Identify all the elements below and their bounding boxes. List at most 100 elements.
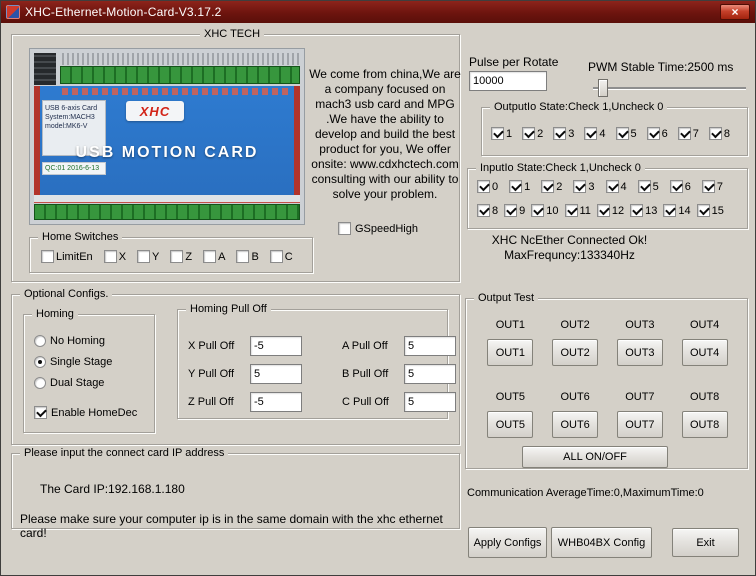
outputio-bit-checkbox[interactable]: 1 xyxy=(491,127,512,140)
pwm-stable-time-label: PWM Stable Time:2500 ms xyxy=(588,60,734,74)
checkbox-icon xyxy=(477,204,490,217)
home-switch-label: Z xyxy=(185,250,193,263)
inputio-bit-checkbox[interactable]: 7 xyxy=(701,180,723,193)
inputio-bit-checkbox[interactable]: 4 xyxy=(605,180,627,193)
checkbox-icon xyxy=(630,204,644,217)
inputio-bit-checkbox[interactable]: 8 xyxy=(477,204,498,217)
home-switches-group: Home Switches LimitEn X Y Z A B C xyxy=(29,231,313,273)
outputio-bit-checkbox[interactable]: 5 xyxy=(615,127,637,140)
inputio-group: InputIo State:Check 1,Uncheck 0 0 1 2 3 … xyxy=(467,162,748,229)
sticker-line: USB 6-axis Card xyxy=(45,105,98,112)
out-button[interactable]: OUT2 xyxy=(552,339,599,366)
homing-radio-label: No Homing xyxy=(50,335,106,347)
checkbox-icon xyxy=(491,127,504,140)
checkbox-icon xyxy=(477,180,490,193)
home-switch-checkbox[interactable]: Z xyxy=(170,250,192,263)
pull-off-field: C Pull Off xyxy=(342,392,456,412)
outputio-bit-checkbox[interactable]: 8 xyxy=(708,127,730,140)
inputio-bit-label: 0 xyxy=(492,180,499,193)
output-test-cell: OUT3 OUT3 xyxy=(608,319,673,366)
inputio-bit-checkbox[interactable]: 10 xyxy=(531,204,559,217)
home-switch-checkbox[interactable]: X xyxy=(103,250,126,263)
checkbox-icon xyxy=(553,127,567,140)
out-button[interactable]: OUT3 xyxy=(616,339,663,366)
out-label: OUT7 xyxy=(625,391,655,403)
inputio-bit-checkbox[interactable]: 2 xyxy=(541,180,562,193)
inputio-bit-checkbox[interactable]: 5 xyxy=(637,180,659,193)
home-switch-checkbox[interactable]: LimitEn xyxy=(41,250,93,263)
inputio-bit-checkbox[interactable]: 13 xyxy=(630,204,657,217)
inputio-bit-checkbox[interactable]: 15 xyxy=(696,204,724,217)
inputio-bit-checkbox[interactable]: 14 xyxy=(663,204,691,217)
checkbox-icon xyxy=(170,250,184,263)
pull-off-input[interactable] xyxy=(404,336,456,356)
checkbox-icon xyxy=(137,250,151,263)
outputio-bit-checkbox[interactable]: 2 xyxy=(522,127,543,140)
out-label: OUT5 xyxy=(495,391,526,403)
enable-homedec-checkbox[interactable]: Enable HomeDec xyxy=(34,406,137,419)
pull-off-input[interactable] xyxy=(404,392,456,412)
slider-thumb[interactable] xyxy=(598,79,608,97)
inputio-row1: 0 1 2 3 4 5 6 7 xyxy=(477,180,723,193)
checkbox-icon xyxy=(236,250,250,263)
optional-configs-legend: Optional Configs. xyxy=(20,288,113,301)
out-button[interactable]: OUT4 xyxy=(681,339,728,366)
outputio-legend: OutputIo State:Check 1,Uncheck 0 xyxy=(490,101,668,114)
homing-radio[interactable]: Dual Stage xyxy=(34,377,112,389)
home-switch-label: C xyxy=(284,250,293,263)
out-button[interactable]: OUT6 xyxy=(552,411,599,438)
apply-configs-button[interactable]: Apply Configs xyxy=(468,527,547,558)
inputio-bit-checkbox[interactable]: 0 xyxy=(477,180,498,193)
outputio-bit-checkbox[interactable]: 7 xyxy=(677,127,699,140)
outputio-bit-checkbox[interactable]: 3 xyxy=(553,127,574,140)
pull-off-label: A Pull Off xyxy=(342,340,388,352)
homing-radio-label: Dual Stage xyxy=(50,377,105,389)
inputio-bit-checkbox[interactable]: 12 xyxy=(596,204,624,217)
inputio-bit-checkbox[interactable]: 1 xyxy=(509,180,530,193)
homing-radio[interactable]: Single Stage xyxy=(34,356,112,368)
pwm-slider[interactable] xyxy=(591,78,748,98)
titlebar: XHC-Ethernet-Motion-Card-V3.17.2 × xyxy=(1,1,755,23)
exit-button[interactable]: Exit xyxy=(672,528,739,557)
inputio-bit-checkbox[interactable]: 11 xyxy=(564,204,591,217)
gspeedhigh-checkbox[interactable]: GSpeedHigh xyxy=(338,222,418,235)
home-switch-checkbox[interactable]: Y xyxy=(137,250,159,263)
pulse-per-rotate-label: Pulse per Rotate xyxy=(469,55,559,69)
homing-pull-off-legend: Homing Pull Off xyxy=(186,303,271,316)
inputio-bit-checkbox[interactable]: 3 xyxy=(573,180,595,193)
pull-off-input[interactable] xyxy=(250,336,302,356)
pulse-per-rotate-input[interactable] xyxy=(469,71,547,91)
all-on-off-button[interactable]: ALL ON/OFF xyxy=(522,446,668,468)
out-label: OUT8 xyxy=(689,391,720,403)
out-button[interactable]: OUT8 xyxy=(681,411,728,438)
pull-off-input[interactable] xyxy=(250,392,302,412)
inputio-bit-checkbox[interactable]: 9 xyxy=(504,204,525,217)
whb04bx-config-button[interactable]: WHB04BX Config xyxy=(551,527,652,558)
out-label: OUT3 xyxy=(625,319,655,331)
inputio-bit-label: 10 xyxy=(546,204,559,217)
checkbox-icon xyxy=(615,127,629,140)
sticker-line: model:MK6-V xyxy=(45,123,88,130)
pull-off-input[interactable] xyxy=(250,364,302,384)
inputio-bit-checkbox[interactable]: 6 xyxy=(669,180,691,193)
checkbox-icon xyxy=(696,204,710,217)
checkbox-icon xyxy=(637,180,651,193)
close-button[interactable]: × xyxy=(720,4,750,20)
out-button[interactable]: OUT1 xyxy=(487,339,534,366)
inputio-bit-label: 13 xyxy=(645,204,658,217)
checkbox-icon xyxy=(509,180,523,193)
communication-stats: Communication AverageTime:0,MaximumTime:… xyxy=(467,487,704,499)
homing-radio[interactable]: No Homing xyxy=(34,335,112,347)
home-switch-checkbox[interactable]: A xyxy=(203,250,225,263)
out-button[interactable]: OUT7 xyxy=(616,411,663,438)
home-switch-checkbox[interactable]: C xyxy=(269,250,293,263)
gspeedhigh-label: GSpeedHigh xyxy=(355,222,418,235)
outputio-bit-checkbox[interactable]: 6 xyxy=(646,127,668,140)
pull-off-left-column: X Pull Off Y Pull Off Z Pull Off xyxy=(188,336,302,412)
out-button[interactable]: OUT5 xyxy=(487,411,534,438)
outputio-bit-checkbox[interactable]: 4 xyxy=(584,127,606,140)
pull-off-input[interactable] xyxy=(404,364,456,384)
inputio-bit-label: 8 xyxy=(492,204,499,217)
home-switch-checkbox[interactable]: B xyxy=(236,250,259,263)
inputio-bit-label: 2 xyxy=(556,180,563,193)
